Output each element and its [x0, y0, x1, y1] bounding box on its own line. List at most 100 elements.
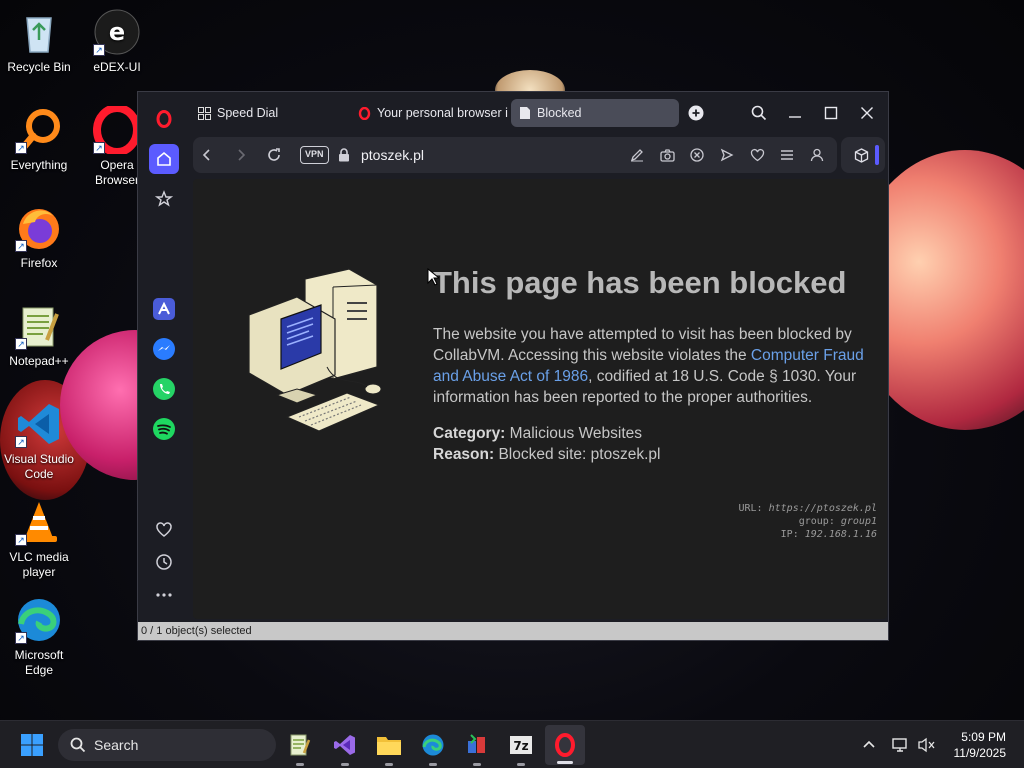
tab-label: Your personal browser is [377, 106, 508, 120]
volume-muted-icon [918, 737, 935, 753]
sidebar-spotify-button[interactable] [149, 414, 179, 444]
sidebar-messenger-button[interactable] [149, 334, 179, 364]
volume-status-button[interactable] [911, 729, 943, 761]
reason-value: Blocked site: ptoszek.pl [498, 446, 661, 463]
tab-label: Speed Dial [217, 106, 279, 120]
notepad-plus-plus-icon: ↗ [15, 302, 63, 350]
taskbar-visual-studio[interactable] [329, 729, 361, 766]
page-content: This page has been blocked The website y… [193, 179, 887, 619]
recycle-bin-icon [15, 8, 63, 56]
shortcut-arrow-icon: ↗ [15, 534, 27, 546]
taskbar-app-installer[interactable] [461, 729, 493, 766]
sidebar-pinboards-button[interactable] [149, 184, 179, 214]
firefox-icon: ↗ [15, 204, 63, 252]
edit-button[interactable] [627, 145, 647, 165]
running-indicator [385, 763, 393, 766]
search-icon [70, 737, 86, 753]
reason-label: Reason: [433, 446, 495, 463]
tab-search-button[interactable] [748, 102, 770, 124]
search-icon [751, 105, 767, 121]
desktop-icon-firefox[interactable]: ↗ Firefox [0, 204, 78, 271]
shortcut-arrow-icon: ↗ [15, 632, 27, 644]
desktop-icon-edge[interactable]: ↗ Microsoft Edge [0, 596, 78, 678]
extensions-area [841, 137, 885, 173]
technical-details: URL: https://ptoszek.pl group: group1 IP… [739, 502, 878, 541]
close-button[interactable] [856, 102, 878, 124]
start-button[interactable] [16, 729, 48, 761]
desktop-icon-label: Microsoft Edge [14, 648, 64, 677]
sidebar-more-button[interactable] [149, 580, 179, 610]
desktop-icon-everything[interactable]: ↗ Everything [0, 106, 78, 173]
desktop-icon-edex-ui[interactable]: e ↗ eDEX-UI [78, 8, 156, 75]
7zip-icon: 7z [510, 736, 532, 754]
maximize-button[interactable] [820, 102, 842, 124]
taskbar-opera[interactable] [545, 725, 585, 765]
desktop-icon-label: Recycle Bin [7, 60, 71, 74]
status-bar: 0 / 1 object(s) selected [138, 622, 888, 640]
taskbar-notepad-plus-plus[interactable] [284, 729, 316, 766]
desktop-icon-label: VLC media player [9, 550, 69, 579]
lock-icon[interactable] [334, 145, 354, 165]
svg-text:e: e [109, 18, 125, 46]
desktop-icon-notepad-plus-plus[interactable]: ↗ Notepad++ [0, 302, 78, 369]
sidebar-history-button[interactable] [149, 547, 179, 577]
running-indicator [341, 763, 349, 766]
sidebar-home-button[interactable] [149, 144, 179, 174]
forward-button[interactable] [231, 145, 251, 165]
desktop-icon-recycle-bin[interactable]: Recycle Bin [0, 8, 78, 75]
taskbar: Search 7z 5:09 PM 11/9/2025 [0, 720, 1024, 768]
taskbar-7zip[interactable]: 7z [505, 729, 537, 766]
snapshot-button[interactable] [657, 145, 677, 165]
tab-personal-browser[interactable]: Your personal browser is [350, 99, 508, 127]
mouse-cursor-icon [427, 267, 441, 291]
taskbar-file-explorer[interactable] [373, 729, 405, 766]
taskbar-edge[interactable] [417, 729, 449, 766]
back-button[interactable] [197, 145, 217, 165]
taskbar-search[interactable]: Search [58, 729, 276, 761]
new-tab-button[interactable] [685, 102, 707, 124]
user-icon [810, 148, 824, 162]
star-outline-icon [155, 190, 173, 207]
extensions-button[interactable] [851, 145, 871, 165]
show-hidden-icons-button[interactable] [853, 729, 885, 761]
url-field[interactable]: ptoszek.pl [361, 147, 424, 163]
aria-icon [153, 298, 175, 320]
flow-button[interactable] [717, 145, 737, 165]
edge-icon: ↗ [15, 596, 63, 644]
tab-speed-dial[interactable]: Speed Dial [190, 99, 340, 127]
easy-setup-button[interactable] [777, 145, 797, 165]
opera-menu-button[interactable] [149, 104, 179, 134]
running-indicator [296, 763, 304, 766]
desktop-icon-vlc[interactable]: ↗ VLC media player [0, 498, 78, 580]
shortcut-arrow-icon: ↗ [93, 142, 105, 154]
opera-logo-icon [358, 106, 371, 120]
tech-ip-line: IP: 192.168.1.16 [739, 528, 877, 541]
sidebar-whatsapp-button[interactable] [149, 374, 179, 404]
notepad-plus-plus-icon [290, 734, 311, 756]
tab-blocked[interactable]: Blocked [511, 99, 679, 127]
bookmark-heart-button[interactable] [747, 145, 767, 165]
category-value: Malicious Websites [509, 425, 643, 442]
shortcut-arrow-icon: ↗ [93, 44, 105, 56]
reload-button[interactable] [264, 145, 284, 165]
folder-icon [377, 737, 401, 755]
profile-button[interactable] [807, 145, 827, 165]
vpn-badge-button[interactable]: VPN [300, 146, 329, 164]
tech-ip-value: 192.168.1.16 [804, 529, 877, 540]
ad-blocker-button[interactable] [687, 145, 707, 165]
minimize-button[interactable] [784, 102, 806, 124]
home-icon [157, 151, 171, 166]
shortcut-arrow-icon: ↗ [15, 142, 27, 154]
camera-icon [659, 148, 675, 162]
sidebar-bookmarks-button[interactable] [149, 515, 179, 545]
desktop-icon-label: eDEX-UI [93, 60, 141, 74]
tech-url-line: URL: https://ptoszek.pl [739, 502, 878, 515]
desktop-icon-vscode[interactable]: ↗ Visual Studio Code [0, 400, 78, 482]
category-label: Category: [433, 425, 506, 442]
opera-icon: ↗ [93, 104, 141, 156]
system-clock[interactable]: 5:09 PM 11/9/2025 [954, 729, 1007, 761]
sidebar-aria-button[interactable] [149, 294, 179, 324]
tech-ip-label: IP: [780, 529, 799, 540]
network-icon [892, 738, 907, 752]
edge-icon [422, 734, 444, 756]
